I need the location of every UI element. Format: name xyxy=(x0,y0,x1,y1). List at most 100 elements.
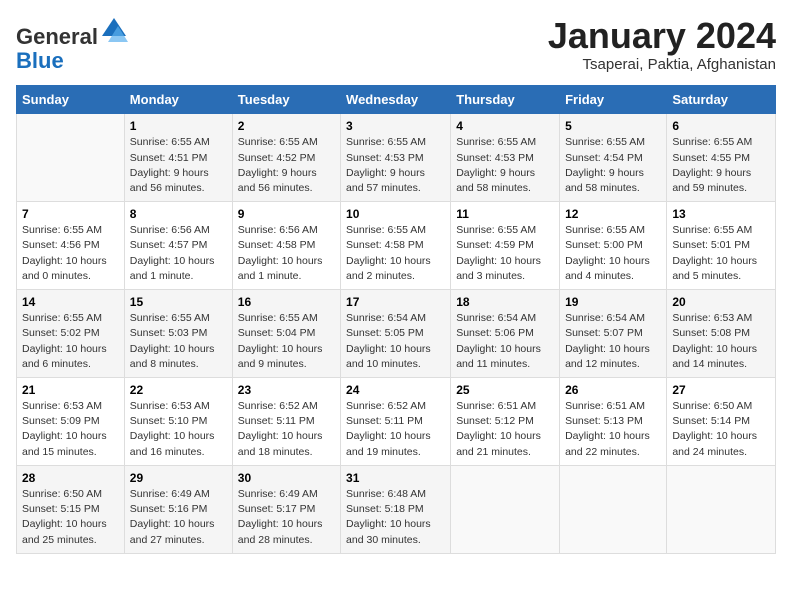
col-header-sunday: Sunday xyxy=(17,86,125,114)
day-number: 9 xyxy=(238,207,335,221)
day-number: 7 xyxy=(22,207,119,221)
calendar-cell: 10 Sunrise: 6:55 AMSunset: 4:58 PMDayligh… xyxy=(341,202,451,290)
calendar-cell: 23 Sunrise: 6:52 AMSunset: 5:11 PMDayligh… xyxy=(232,378,340,466)
calendar-cell: 19Sunrise: 6:54 AMSunset: 5:07 PMDayligh… xyxy=(560,290,667,378)
calendar-week-row: 1 Sunrise: 6:55 AMSunset: 4:51 PMDaylight… xyxy=(17,114,776,202)
day-number: 24 xyxy=(346,383,445,397)
day-detail: Sunrise: 6:55 AMSunset: 5:02 PMDaylight:… xyxy=(22,311,119,372)
day-detail: Sunrise: 6:54 AMSunset: 5:06 PMDaylight:… xyxy=(456,311,554,372)
day-detail: Sunrise: 6:50 AMSunset: 5:14 PMDaylight:… xyxy=(672,399,770,460)
day-number: 4 xyxy=(456,119,554,133)
calendar-cell: 8 Sunrise: 6:56 AMSunset: 4:57 PMDaylight… xyxy=(124,202,232,290)
day-number: 11 xyxy=(456,207,554,221)
day-number: 27 xyxy=(672,383,770,397)
calendar-cell: 5 Sunrise: 6:55 AMSunset: 4:54 PMDaylight… xyxy=(560,114,667,202)
day-number: 2 xyxy=(238,119,335,133)
day-detail: Sunrise: 6:49 AMSunset: 5:16 PMDaylight:… xyxy=(130,487,227,548)
col-header-wednesday: Wednesday xyxy=(341,86,451,114)
calendar-cell: 25Sunrise: 6:51 AMSunset: 5:12 PMDayligh… xyxy=(451,378,560,466)
day-detail: Sunrise: 6:51 AMSunset: 5:12 PMDaylight:… xyxy=(456,399,554,460)
day-detail: Sunrise: 6:54 AMSunset: 5:05 PMDaylight:… xyxy=(346,311,445,372)
day-number: 21 xyxy=(22,383,119,397)
page-header: General Blue January 2024 Tsaperai, Pakt… xyxy=(16,16,776,73)
day-detail: Sunrise: 6:51 AMSunset: 5:13 PMDaylight:… xyxy=(565,399,661,460)
day-number: 15 xyxy=(130,295,227,309)
calendar-cell: 2 Sunrise: 6:55 AMSunset: 4:52 PMDaylight… xyxy=(232,114,340,202)
day-detail: Sunrise: 6:56 AMSunset: 4:58 PMDaylight:… xyxy=(238,223,335,284)
day-number: 18 xyxy=(456,295,554,309)
calendar-cell xyxy=(451,465,560,553)
day-detail: Sunrise: 6:49 AMSunset: 5:17 PMDaylight:… xyxy=(238,487,335,548)
calendar-cell: 30 Sunrise: 6:49 AMSunset: 5:17 PMDayligh… xyxy=(232,465,340,553)
day-detail: Sunrise: 6:55 AMSunset: 4:55 PMDaylight:… xyxy=(672,135,770,196)
day-detail: Sunrise: 6:55 AMSunset: 4:51 PMDaylight:… xyxy=(130,135,227,196)
day-number: 16 xyxy=(238,295,335,309)
day-detail: Sunrise: 6:55 AMSunset: 4:54 PMDaylight:… xyxy=(565,135,661,196)
day-number: 23 xyxy=(238,383,335,397)
calendar-cell: 12Sunrise: 6:55 AMSunset: 5:00 PMDayligh… xyxy=(560,202,667,290)
day-detail: Sunrise: 6:55 AMSunset: 4:53 PMDaylight:… xyxy=(456,135,554,196)
calendar-cell: 14Sunrise: 6:55 AMSunset: 5:02 PMDayligh… xyxy=(17,290,125,378)
day-number: 17 xyxy=(346,295,445,309)
calendar-cell: 31Sunrise: 6:48 AMSunset: 5:18 PMDayligh… xyxy=(341,465,451,553)
calendar-week-row: 28 Sunrise: 6:50 AMSunset: 5:15 PMDayligh… xyxy=(17,465,776,553)
logo-blue-text: Blue xyxy=(16,48,64,73)
day-number: 1 xyxy=(130,119,227,133)
logo-icon xyxy=(100,16,128,44)
day-number: 26 xyxy=(565,383,661,397)
day-number: 10 xyxy=(346,207,445,221)
day-number: 13 xyxy=(672,207,770,221)
day-number: 22 xyxy=(130,383,227,397)
col-header-thursday: Thursday xyxy=(451,86,560,114)
day-detail: Sunrise: 6:55 AMSunset: 5:01 PMDaylight:… xyxy=(672,223,770,284)
calendar-week-row: 7Sunrise: 6:55 AMSunset: 4:56 PMDaylight… xyxy=(17,202,776,290)
calendar-table: SundayMondayTuesdayWednesdayThursdayFrid… xyxy=(16,85,776,553)
calendar-cell: 29Sunrise: 6:49 AMSunset: 5:16 PMDayligh… xyxy=(124,465,232,553)
day-detail: Sunrise: 6:56 AMSunset: 4:57 PMDaylight:… xyxy=(130,223,227,284)
col-header-friday: Friday xyxy=(560,86,667,114)
day-number: 5 xyxy=(565,119,661,133)
day-detail: Sunrise: 6:48 AMSunset: 5:18 PMDaylight:… xyxy=(346,487,445,548)
day-number: 28 xyxy=(22,471,119,485)
calendar-cell: 20Sunrise: 6:53 AMSunset: 5:08 PMDayligh… xyxy=(667,290,776,378)
day-number: 12 xyxy=(565,207,661,221)
calendar-cell: 17 Sunrise: 6:54 AMSunset: 5:05 PMDayligh… xyxy=(341,290,451,378)
calendar-cell: 16 Sunrise: 6:55 AMSunset: 5:04 PMDayligh… xyxy=(232,290,340,378)
col-header-saturday: Saturday xyxy=(667,86,776,114)
month-title: January 2024 xyxy=(548,16,776,56)
day-detail: Sunrise: 6:55 AMSunset: 4:59 PMDaylight:… xyxy=(456,223,554,284)
calendar-week-row: 14Sunrise: 6:55 AMSunset: 5:02 PMDayligh… xyxy=(17,290,776,378)
calendar-cell xyxy=(560,465,667,553)
day-number: 6 xyxy=(672,119,770,133)
calendar-week-row: 21Sunrise: 6:53 AMSunset: 5:09 PMDayligh… xyxy=(17,378,776,466)
calendar-cell xyxy=(667,465,776,553)
day-detail: Sunrise: 6:55 AMSunset: 4:58 PMDaylight:… xyxy=(346,223,445,284)
day-number: 8 xyxy=(130,207,227,221)
calendar-cell: 18 Sunrise: 6:54 AMSunset: 5:06 PMDayligh… xyxy=(451,290,560,378)
calendar-cell xyxy=(17,114,125,202)
logo-general-text: General xyxy=(16,24,98,49)
day-detail: Sunrise: 6:55 AMSunset: 4:52 PMDaylight:… xyxy=(238,135,335,196)
day-detail: Sunrise: 6:52 AMSunset: 5:11 PMDaylight:… xyxy=(238,399,335,460)
calendar-header-row: SundayMondayTuesdayWednesdayThursdayFrid… xyxy=(17,86,776,114)
calendar-cell: 24Sunrise: 6:52 AMSunset: 5:11 PMDayligh… xyxy=(341,378,451,466)
calendar-cell: 3 Sunrise: 6:55 AMSunset: 4:53 PMDaylight… xyxy=(341,114,451,202)
day-detail: Sunrise: 6:50 AMSunset: 5:15 PMDaylight:… xyxy=(22,487,119,548)
calendar-cell: 1 Sunrise: 6:55 AMSunset: 4:51 PMDaylight… xyxy=(124,114,232,202)
day-number: 3 xyxy=(346,119,445,133)
col-header-monday: Monday xyxy=(124,86,232,114)
location-subtitle: Tsaperai, Paktia, Afghanistan xyxy=(548,56,776,73)
day-detail: Sunrise: 6:55 AMSunset: 4:53 PMDaylight:… xyxy=(346,135,445,196)
calendar-cell: 15 Sunrise: 6:55 AMSunset: 5:03 PMDayligh… xyxy=(124,290,232,378)
day-detail: Sunrise: 6:55 AMSunset: 5:04 PMDaylight:… xyxy=(238,311,335,372)
calendar-cell: 26 Sunrise: 6:51 AMSunset: 5:13 PMDayligh… xyxy=(560,378,667,466)
calendar-cell: 28 Sunrise: 6:50 AMSunset: 5:15 PMDayligh… xyxy=(17,465,125,553)
day-detail: Sunrise: 6:53 AMSunset: 5:10 PMDaylight:… xyxy=(130,399,227,460)
day-number: 30 xyxy=(238,471,335,485)
calendar-cell: 4 Sunrise: 6:55 AMSunset: 4:53 PMDaylight… xyxy=(451,114,560,202)
calendar-cell: 9 Sunrise: 6:56 AMSunset: 4:58 PMDaylight… xyxy=(232,202,340,290)
calendar-cell: 6 Sunrise: 6:55 AMSunset: 4:55 PMDaylight… xyxy=(667,114,776,202)
day-detail: Sunrise: 6:54 AMSunset: 5:07 PMDaylight:… xyxy=(565,311,661,372)
day-detail: Sunrise: 6:53 AMSunset: 5:08 PMDaylight:… xyxy=(672,311,770,372)
day-detail: Sunrise: 6:55 AMSunset: 5:03 PMDaylight:… xyxy=(130,311,227,372)
